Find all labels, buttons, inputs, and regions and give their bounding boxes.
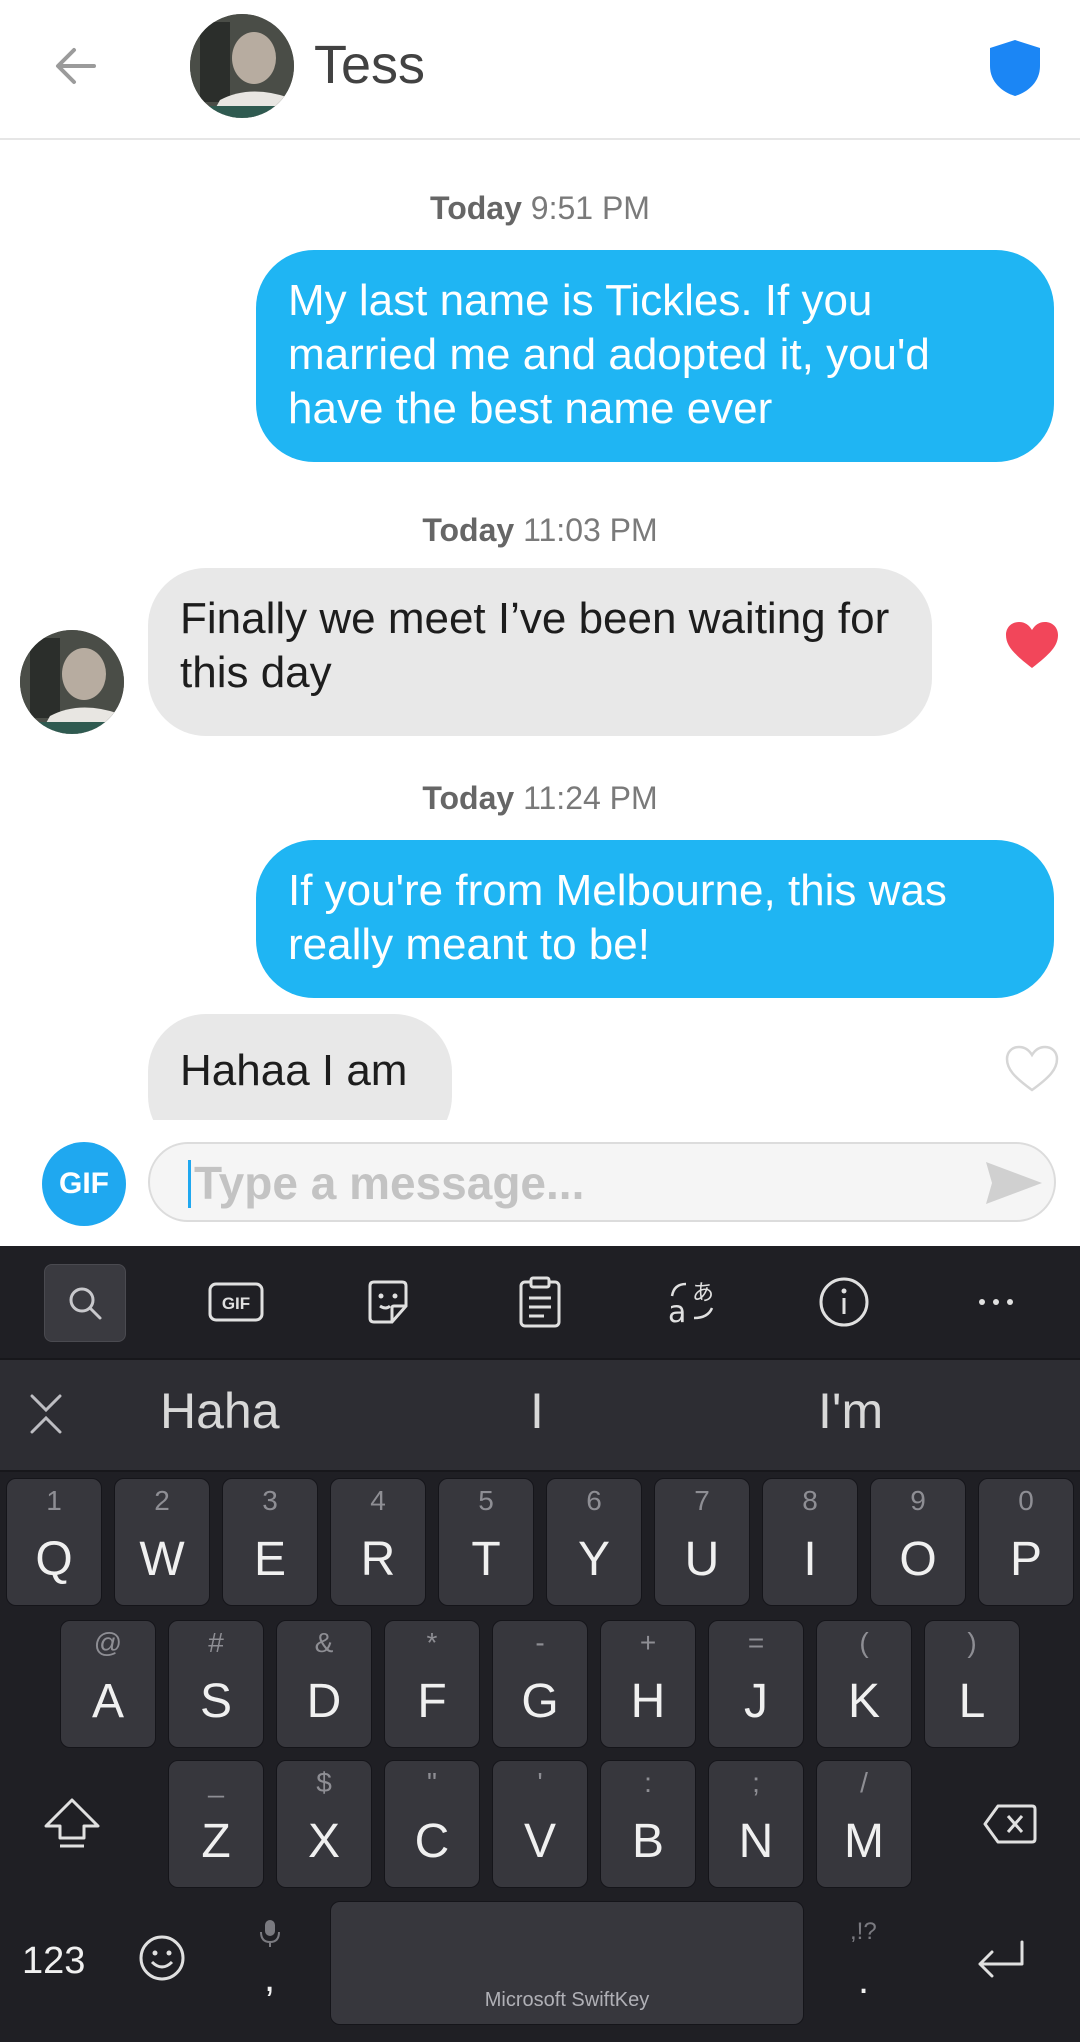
key-e[interactable]: 3E (222, 1478, 318, 1606)
key-v[interactable]: ' V (492, 1760, 588, 1888)
key-i[interactable]: 8I (762, 1478, 858, 1606)
incoming-message[interactable]: Finally we meet I’ve been waiting for th… (148, 568, 932, 736)
text-cursor (188, 1160, 191, 1208)
outgoing-message[interactable]: My last name is Tickles. If you married … (256, 250, 1054, 462)
key-x[interactable]: $ X (276, 1760, 372, 1888)
outgoing-message[interactable]: If you're from Melbourne, this was reall… (256, 840, 1054, 998)
heart-filled-icon[interactable] (1004, 620, 1060, 670)
key-c[interactable]: " C (384, 1760, 480, 1888)
key-s[interactable]: # S (168, 1620, 264, 1748)
translate-icon[interactable]: aあ (652, 1264, 732, 1340)
contact-avatar-small[interactable] (20, 630, 124, 734)
backspace-icon[interactable] (982, 1802, 1038, 1846)
suggestion-3[interactable]: I'm (818, 1382, 883, 1440)
clipboard-icon[interactable] (500, 1264, 580, 1340)
shift-icon[interactable] (40, 1794, 104, 1850)
key-p[interactable]: 0P (978, 1478, 1074, 1606)
key-f[interactable]: * F (384, 1620, 480, 1748)
key-g[interactable]: -G (492, 1620, 588, 1748)
suggestion-1[interactable]: Haha (160, 1382, 280, 1440)
message-input[interactable]: Type a message... (148, 1142, 1056, 1222)
contact-avatar[interactable] (190, 14, 294, 118)
message-placeholder: Type a message... (194, 1157, 585, 1209)
shield-icon[interactable] (988, 38, 1042, 98)
key-n[interactable]: ; N (708, 1760, 804, 1888)
numbers-key[interactable]: 123 (22, 1940, 85, 1983)
key-u[interactable]: 7U (654, 1478, 750, 1606)
svg-text:あ: あ (692, 1281, 714, 1306)
key-b[interactable]: :B (600, 1760, 696, 1888)
space-bar[interactable]: Microsoft SwiftKey (330, 1901, 804, 2025)
key-d[interactable]: & D (276, 1620, 372, 1748)
info-icon[interactable] (804, 1264, 884, 1340)
key-j[interactable]: = J (708, 1620, 804, 1748)
suggestion-2[interactable]: I (530, 1382, 544, 1440)
period-key[interactable]: . (858, 1958, 869, 2003)
sticker-icon[interactable] (348, 1264, 428, 1340)
svg-text:a: a (668, 1295, 686, 1328)
comma-key[interactable]: , (264, 1956, 275, 2001)
message-list[interactable]: Today 9:51 PM My last name is Tickles. I… (0, 140, 1080, 1120)
contact-name[interactable]: Tess (314, 34, 425, 96)
timestamp: Today 11:24 PM (422, 780, 658, 816)
svg-text:GIF: GIF (222, 1294, 250, 1313)
punctuation-hint: ,!? (850, 1918, 877, 1945)
key-m[interactable]: / M (816, 1760, 912, 1888)
key-t[interactable]: 5T (438, 1478, 534, 1606)
key-k[interactable]: (K (816, 1620, 912, 1748)
message-composer: GIF Type a message... (0, 1120, 1080, 1246)
key-q[interactable]: 1Q (6, 1478, 102, 1606)
key-o[interactable]: 9O (870, 1478, 966, 1606)
key-h[interactable]: + H (600, 1620, 696, 1748)
chat-header: Tess (0, 0, 1080, 140)
key-r[interactable]: 4R (330, 1478, 426, 1606)
collapse-icon[interactable] (26, 1392, 66, 1436)
key-l[interactable]: ) L (924, 1620, 1020, 1748)
keyboard: GIF aあ Haha I I'm 1Q 2W 3E 4R 5T 6Y 7U 8… (0, 1246, 1080, 2042)
suggestion-bar: Haha I I'm (0, 1358, 1080, 1472)
key-y[interactable]: 6Y (546, 1478, 642, 1606)
gif-button[interactable]: GIF (42, 1142, 126, 1226)
enter-icon[interactable] (972, 1938, 1028, 1982)
timestamp: Today 11:03 PM (422, 512, 658, 548)
incoming-message[interactable]: Hahaa I am (148, 1014, 452, 1120)
timestamp: Today 9:51 PM (430, 190, 650, 226)
back-arrow-icon[interactable] (44, 34, 108, 98)
emoji-icon[interactable] (138, 1934, 186, 1982)
key-z[interactable]: _ Z (168, 1760, 264, 1888)
send-icon[interactable] (984, 1158, 1044, 1208)
microphone-icon[interactable] (258, 1918, 282, 1948)
search-icon[interactable] (44, 1264, 126, 1342)
more-icon[interactable] (956, 1264, 1036, 1340)
key-a[interactable]: @ A (60, 1620, 156, 1748)
key-w[interactable]: 2W (114, 1478, 210, 1606)
gif-icon[interactable]: GIF (196, 1264, 276, 1340)
keyboard-toolbar: GIF aあ (0, 1246, 1080, 1358)
heart-outline-icon[interactable] (1004, 1044, 1060, 1094)
